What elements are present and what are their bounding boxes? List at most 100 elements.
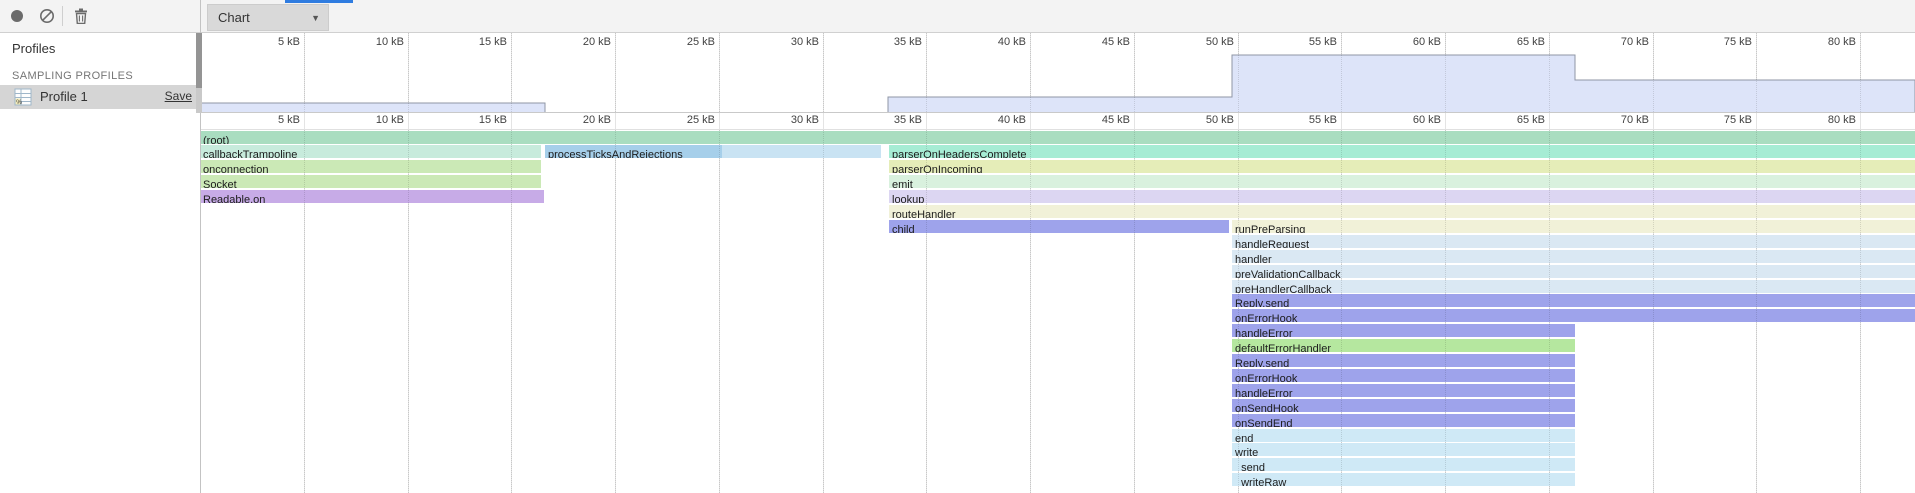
flame-bar-(root)[interactable]: (root) bbox=[200, 131, 1915, 144]
record-button[interactable] bbox=[4, 0, 30, 32]
flame-bar-handleError[interactable]: handleError bbox=[1232, 384, 1575, 397]
sidebar-item-profile-1[interactable]: % Profile 1 Save bbox=[0, 85, 200, 109]
flame-bar-preValidationCallback[interactable]: preValidationCallback bbox=[1232, 265, 1915, 278]
flame-bar-parserOnIncoming[interactable]: parserOnIncoming bbox=[889, 160, 1915, 173]
flame-bar-label: write_ bbox=[1232, 447, 1264, 456]
flame-bar-_writeRaw[interactable]: _writeRaw bbox=[1232, 473, 1575, 486]
gridline bbox=[511, 113, 512, 129]
flame-bar-write_[interactable]: write_ bbox=[1232, 443, 1575, 456]
ruler-tick-label: 30 kB bbox=[761, 114, 819, 126]
view-mode-select[interactable]: Chart ▼ bbox=[207, 4, 329, 31]
gridline-dotted bbox=[615, 130, 616, 493]
flame-bar-label: onSendHook bbox=[1232, 403, 1299, 412]
flame-bar-label: onconnection bbox=[200, 164, 268, 173]
gridline-dotted bbox=[823, 130, 824, 493]
overview-tick-label: 70 kB bbox=[1591, 36, 1649, 48]
flame-bar-defaultErrorHandler[interactable]: defaultErrorHandler bbox=[1232, 339, 1575, 352]
flame-bar-emit[interactable]: emit bbox=[889, 175, 1915, 188]
overview-tick-label: 35 kB bbox=[864, 36, 922, 48]
gridline bbox=[1238, 113, 1239, 129]
block-icon bbox=[39, 8, 55, 24]
flame-bar-label: _send bbox=[1232, 462, 1265, 471]
gridline-dotted bbox=[1860, 33, 1861, 112]
trash-icon bbox=[74, 8, 88, 24]
flame-bar-parserOnHeadersComplete[interactable]: parserOnHeadersComplete bbox=[889, 145, 1915, 158]
flame-bar-label: defaultErrorHandler bbox=[1232, 343, 1331, 352]
flame-bar-onErrorHook[interactable]: onErrorHook bbox=[1232, 369, 1575, 382]
flame-bar-label: _writeRaw bbox=[1232, 477, 1286, 486]
ruler-tick-label: 35 kB bbox=[864, 114, 922, 126]
flame-bar-Reply.send[interactable]: Reply.send bbox=[1232, 294, 1915, 307]
ruler-tick-label: 65 kB bbox=[1487, 114, 1545, 126]
gridline-dotted bbox=[1756, 130, 1757, 493]
ruler-tick-label: 75 kB bbox=[1694, 114, 1752, 126]
delete-profile-button[interactable] bbox=[68, 0, 94, 32]
gridline-dotted bbox=[304, 33, 305, 112]
gridline-dotted bbox=[304, 130, 305, 493]
ruler-tick-label: 70 kB bbox=[1591, 114, 1649, 126]
gridline-dotted bbox=[1238, 33, 1239, 112]
flame-bar-unlabeled[interactable] bbox=[722, 145, 881, 158]
heap-profiler-panel: Chart ▼ Profiles SAMPLING PROFILES % Pro… bbox=[0, 0, 1915, 493]
flame-bar-end[interactable]: end bbox=[1232, 429, 1575, 442]
flame-bar-label: child bbox=[889, 224, 915, 233]
ruler-tick-label: 55 kB bbox=[1279, 114, 1337, 126]
gridline-dotted bbox=[1860, 130, 1861, 493]
profile-save-link[interactable]: Save bbox=[165, 89, 192, 103]
flame-bar-handleError[interactable]: handleError bbox=[1232, 324, 1575, 337]
flame-bar-label: routeHandler bbox=[889, 209, 956, 218]
flame-bar-onSendHook[interactable]: onSendHook bbox=[1232, 399, 1575, 412]
gridline bbox=[1030, 113, 1031, 129]
gridline-dotted bbox=[719, 33, 720, 112]
flame-bar-label: end bbox=[1232, 433, 1253, 442]
flame-bar-label: emit bbox=[889, 179, 913, 188]
gridline-dotted bbox=[1549, 33, 1550, 112]
overview-scrollbar-thumb[interactable] bbox=[196, 33, 202, 88]
gridline bbox=[1341, 113, 1342, 129]
overview-tick-label: 30 kB bbox=[761, 36, 819, 48]
profile-name: Profile 1 bbox=[40, 89, 88, 104]
gridline-dotted bbox=[926, 33, 927, 112]
overview-scrollbar[interactable] bbox=[196, 33, 202, 113]
flame-bar-_send[interactable]: _send bbox=[1232, 458, 1575, 471]
ruler-tick-label: 20 kB bbox=[553, 114, 611, 126]
flame-bar-onSendEnd[interactable]: onSendEnd bbox=[1232, 414, 1575, 427]
toolbar-divider bbox=[62, 6, 63, 26]
ruler-tick-label: 50 kB bbox=[1176, 114, 1234, 126]
gridline-dotted bbox=[1238, 130, 1239, 493]
gridline bbox=[1756, 113, 1757, 129]
overview-tick-label: 55 kB bbox=[1279, 36, 1337, 48]
overview-tick-label: 75 kB bbox=[1694, 36, 1752, 48]
flame-bar-onErrorHook[interactable]: onErrorHook bbox=[1232, 309, 1915, 322]
ruler-tick-label: 15 kB bbox=[449, 114, 507, 126]
flame-bar-Reply.send[interactable]: Reply.send bbox=[1232, 354, 1575, 367]
flame-bar-Socket[interactable]: Socket bbox=[200, 175, 541, 188]
clear-button[interactable] bbox=[34, 0, 60, 32]
flame-bar-label: Readable.on bbox=[200, 194, 265, 203]
flame-bar-lookup[interactable]: lookup bbox=[889, 190, 1915, 203]
overview-tick-label: 15 kB bbox=[449, 36, 507, 48]
ruler-tick-label: 5 kB bbox=[242, 114, 300, 126]
gridline-dotted bbox=[408, 33, 409, 112]
flame-bar-routeHandler[interactable]: routeHandler bbox=[889, 205, 1915, 218]
flame-bar-callbackTrampoline[interactable]: callbackTrampoline bbox=[200, 145, 541, 158]
flame-bar-processTicksAndRejections[interactable]: processTicksAndRejections bbox=[545, 145, 722, 158]
gridline bbox=[926, 113, 927, 129]
flame-bar-child[interactable]: child bbox=[889, 220, 1229, 233]
flame-bar-Readable.on[interactable]: Readable.on bbox=[200, 190, 544, 203]
ruler-tick-label: 25 kB bbox=[657, 114, 715, 126]
flame-bar-onconnection[interactable]: onconnection bbox=[200, 160, 541, 173]
flame-bar-handler[interactable]: handler bbox=[1232, 250, 1915, 263]
gridline-dotted bbox=[615, 33, 616, 112]
gridline-dotted bbox=[1653, 130, 1654, 493]
flame-bar-preHandlerCallback[interactable]: preHandlerCallback bbox=[1232, 280, 1915, 293]
flame-bar-handleRequest[interactable]: handleRequest bbox=[1232, 235, 1915, 248]
allocation-overview-pane[interactable]: 5 kB10 kB15 kB20 kB25 kB30 kB35 kB40 kB4… bbox=[200, 33, 1915, 113]
sidebar-title: Profiles bbox=[12, 41, 55, 56]
flame-bar-label: handleError bbox=[1232, 328, 1292, 337]
flame-bar-label: parserOnHeadersComplete bbox=[889, 149, 1027, 158]
overview-tick-label: 65 kB bbox=[1487, 36, 1545, 48]
flame-bar-runPreParsing[interactable]: runPreParsing bbox=[1232, 220, 1915, 233]
flame-bar-label: onErrorHook bbox=[1232, 313, 1297, 322]
flame-chart[interactable]: (root)callbackTrampoline processTicksAndR… bbox=[200, 130, 1915, 493]
